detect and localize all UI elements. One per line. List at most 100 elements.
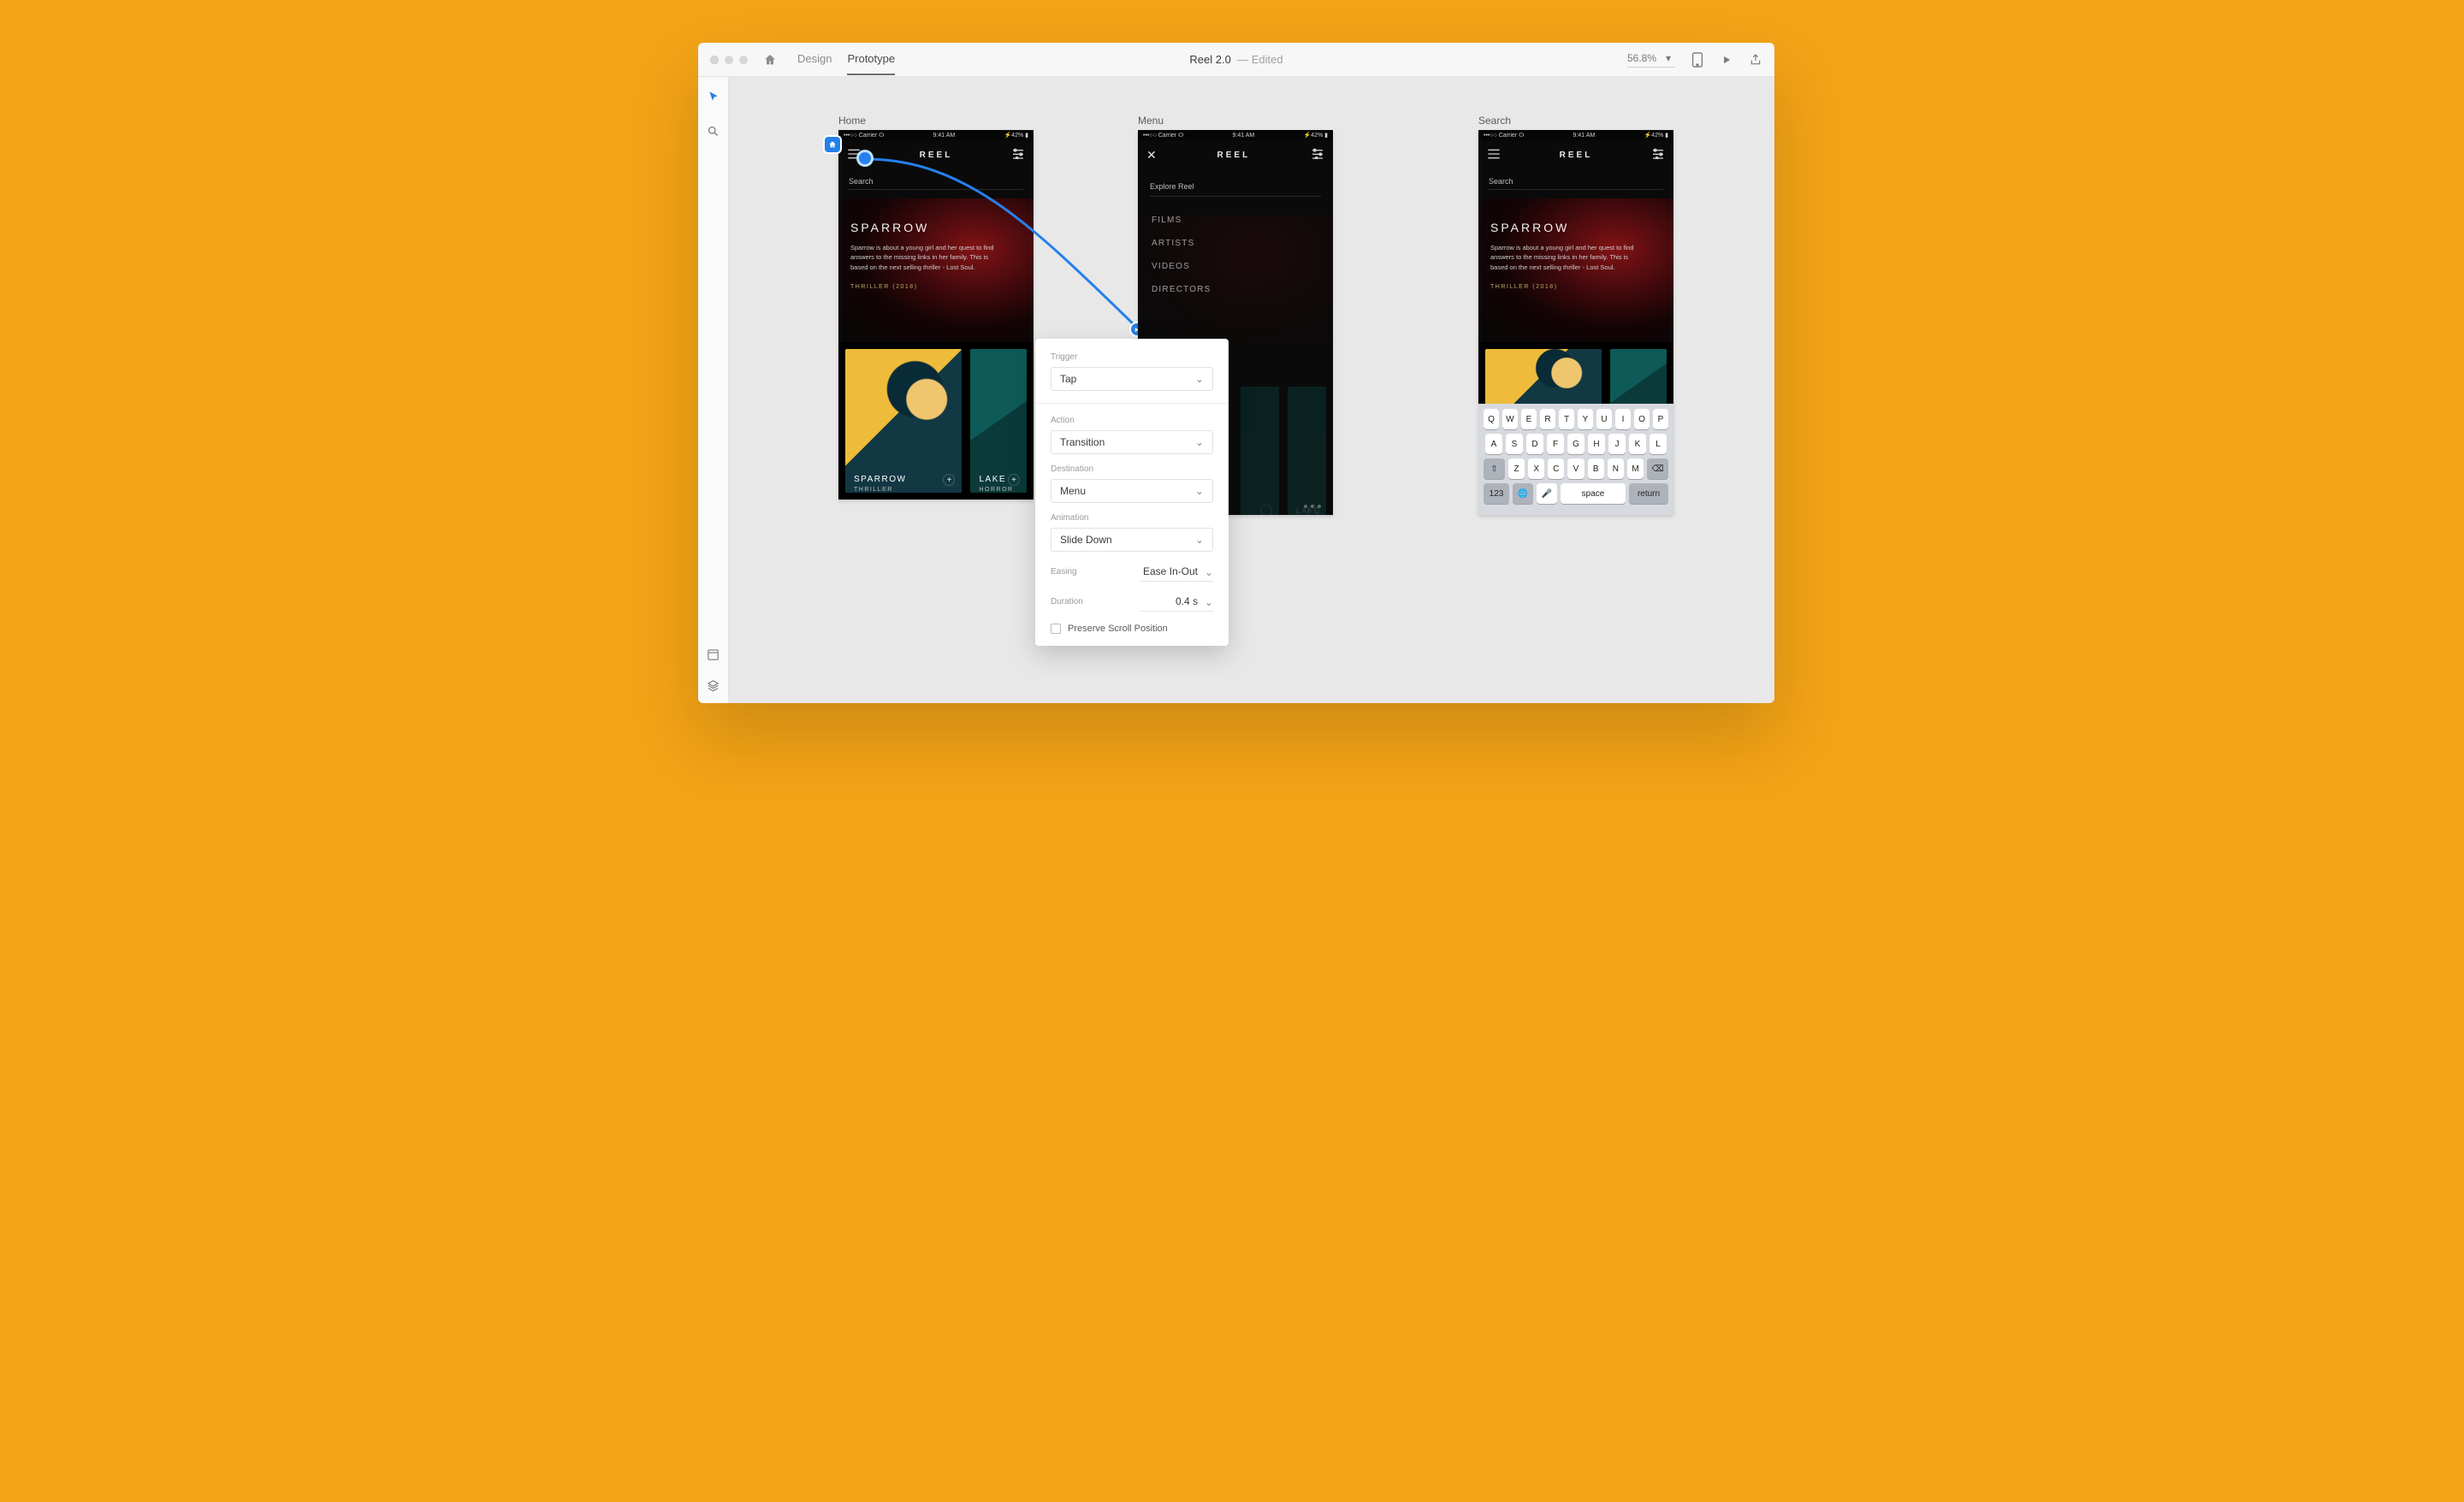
maximize-window-icon[interactable]	[739, 56, 748, 64]
artboard-label-menu[interactable]: Menu	[1138, 115, 1164, 127]
filters-icon[interactable]	[1651, 147, 1665, 163]
titlebar: Design Prototype Reel 2.0 — Edited 56.8%…	[698, 43, 1774, 77]
canvas[interactable]: Home Menu Search •••○○ Carrier ⵙ 9:41 AM…	[729, 77, 1774, 703]
destination-select[interactable]: Menu ⌄	[1051, 479, 1213, 503]
card-sparrow[interactable]	[1485, 349, 1602, 411]
key-l[interactable]: L	[1650, 434, 1667, 454]
animation-select[interactable]: Slide Down ⌄	[1051, 528, 1213, 552]
filters-icon[interactable]	[1011, 147, 1025, 163]
key-h[interactable]: H	[1588, 434, 1605, 454]
zoom-selector[interactable]: 56.8% ▾	[1627, 51, 1675, 68]
wire-source-handle[interactable]	[859, 152, 871, 164]
key-y[interactable]: Y	[1578, 409, 1593, 429]
hero-tag: THRILLER (2018)	[1490, 284, 1661, 290]
layers-panel-icon[interactable]	[706, 677, 721, 693]
assets-panel-icon[interactable]	[706, 647, 721, 662]
card-lake[interactable]: LAKE HORROR +	[970, 349, 1027, 493]
card-lake[interactable]	[1610, 349, 1667, 411]
key-z[interactable]: Z	[1508, 458, 1525, 479]
card-image	[970, 349, 1027, 493]
device-preview-icon[interactable]	[1691, 53, 1704, 67]
trigger-select[interactable]: Tap ⌄	[1051, 367, 1213, 391]
document-title: Reel 2.0 — Edited	[1189, 53, 1282, 66]
artboard-label-home[interactable]: Home	[838, 115, 866, 127]
search-field[interactable]: Search	[1489, 174, 1663, 190]
zoom-tool-icon[interactable]	[706, 123, 721, 139]
key-n[interactable]: N	[1608, 458, 1624, 479]
keyboard-row-2: A S D F G H J K L	[1484, 434, 1668, 454]
preserve-scroll-checkbox[interactable]: Preserve Scroll Position	[1051, 624, 1213, 634]
close-icon[interactable]: ✕	[1146, 148, 1157, 163]
key-c[interactable]: C	[1548, 458, 1564, 479]
search-field[interactable]: Search	[849, 174, 1023, 190]
minimize-window-icon[interactable]	[725, 56, 733, 64]
artboard-label-search[interactable]: Search	[1478, 115, 1511, 127]
chevron-down-icon: ▾	[1661, 51, 1675, 65]
key-globe[interactable]: 🌐	[1513, 483, 1533, 504]
key-b[interactable]: B	[1588, 458, 1604, 479]
preserve-scroll-label: Preserve Scroll Position	[1068, 624, 1168, 634]
easing-select[interactable]: Ease In-Out ⌄	[1140, 562, 1213, 582]
ghost-card: LAKE HORROR	[1288, 387, 1326, 515]
key-a[interactable]: A	[1485, 434, 1502, 454]
key-k[interactable]: K	[1629, 434, 1646, 454]
key-s[interactable]: S	[1506, 434, 1523, 454]
trigger-label: Trigger	[1051, 352, 1213, 362]
filters-icon[interactable]	[1311, 147, 1324, 163]
app-bar: REEL	[1478, 140, 1673, 170]
menu-icon[interactable]	[1487, 148, 1501, 163]
hero-feature: SPARROW Sparrow is about a young girl an…	[838, 198, 1034, 342]
play-icon[interactable]	[1720, 53, 1733, 67]
key-i[interactable]: I	[1615, 409, 1631, 429]
home-start-badge[interactable]	[825, 137, 840, 152]
key-q[interactable]: Q	[1484, 409, 1499, 429]
card-title: SPARROW	[854, 475, 906, 484]
key-backspace[interactable]: ⌫	[1647, 458, 1668, 479]
duration-input[interactable]: 0.4 s ⌄	[1140, 592, 1213, 612]
key-g[interactable]: G	[1567, 434, 1584, 454]
destination-label: Destination	[1051, 464, 1213, 474]
ios-keyboard: Q W E R T Y U I O P A S D	[1478, 404, 1673, 515]
menu-search-field[interactable]: Explore Reel	[1150, 177, 1321, 197]
animation-value: Slide Down	[1060, 534, 1112, 546]
key-f[interactable]: F	[1547, 434, 1564, 454]
home-icon[interactable]	[763, 53, 777, 67]
artboard-search[interactable]: •••○○ Carrier ⵙ 9:41 AM ⚡42% ▮ REEL Sear…	[1478, 130, 1673, 515]
zoom-value: 56.8%	[1627, 52, 1656, 64]
key-o[interactable]: O	[1634, 409, 1650, 429]
key-v[interactable]: V	[1567, 458, 1584, 479]
key-p[interactable]: P	[1653, 409, 1668, 429]
divider	[1035, 403, 1229, 404]
key-w[interactable]: W	[1502, 409, 1518, 429]
ghost-card	[1241, 387, 1279, 515]
ghost-hero	[1138, 216, 1333, 344]
destination-value: Menu	[1060, 485, 1086, 497]
action-select[interactable]: Transition ⌄	[1051, 430, 1213, 454]
chevron-down-icon: ⌄	[1205, 566, 1213, 578]
key-return[interactable]: return	[1629, 483, 1668, 504]
key-x[interactable]: X	[1528, 458, 1544, 479]
key-space[interactable]: space	[1561, 483, 1626, 504]
keyboard-row-4: 123 🌐 🎤 space return	[1484, 483, 1668, 504]
tab-prototype[interactable]: Prototype	[847, 44, 895, 75]
select-tool-icon[interactable]	[706, 89, 721, 104]
artboard-home[interactable]: •••○○ Carrier ⵙ 9:41 AM ⚡42% ▮ REEL Sear…	[838, 130, 1034, 500]
card-image	[845, 349, 962, 493]
key-e[interactable]: E	[1521, 409, 1537, 429]
card-sparrow[interactable]: SPARROW THRILLER +	[845, 349, 962, 493]
key-t[interactable]: T	[1559, 409, 1574, 429]
chevron-down-icon: ⌄	[1205, 596, 1213, 608]
close-window-icon[interactable]	[710, 56, 719, 64]
add-icon[interactable]: +	[1008, 474, 1020, 486]
brand-logo: REEL	[1560, 151, 1593, 160]
key-r[interactable]: R	[1540, 409, 1555, 429]
key-numbers[interactable]: 123	[1484, 483, 1509, 504]
key-m[interactable]: M	[1627, 458, 1644, 479]
key-mic[interactable]: 🎤	[1537, 483, 1557, 504]
share-icon[interactable]	[1749, 53, 1762, 67]
key-u[interactable]: U	[1596, 409, 1612, 429]
key-d[interactable]: D	[1526, 434, 1543, 454]
key-j[interactable]: J	[1608, 434, 1626, 454]
key-shift[interactable]: ⇧	[1484, 458, 1505, 479]
tab-design[interactable]: Design	[797, 44, 832, 75]
